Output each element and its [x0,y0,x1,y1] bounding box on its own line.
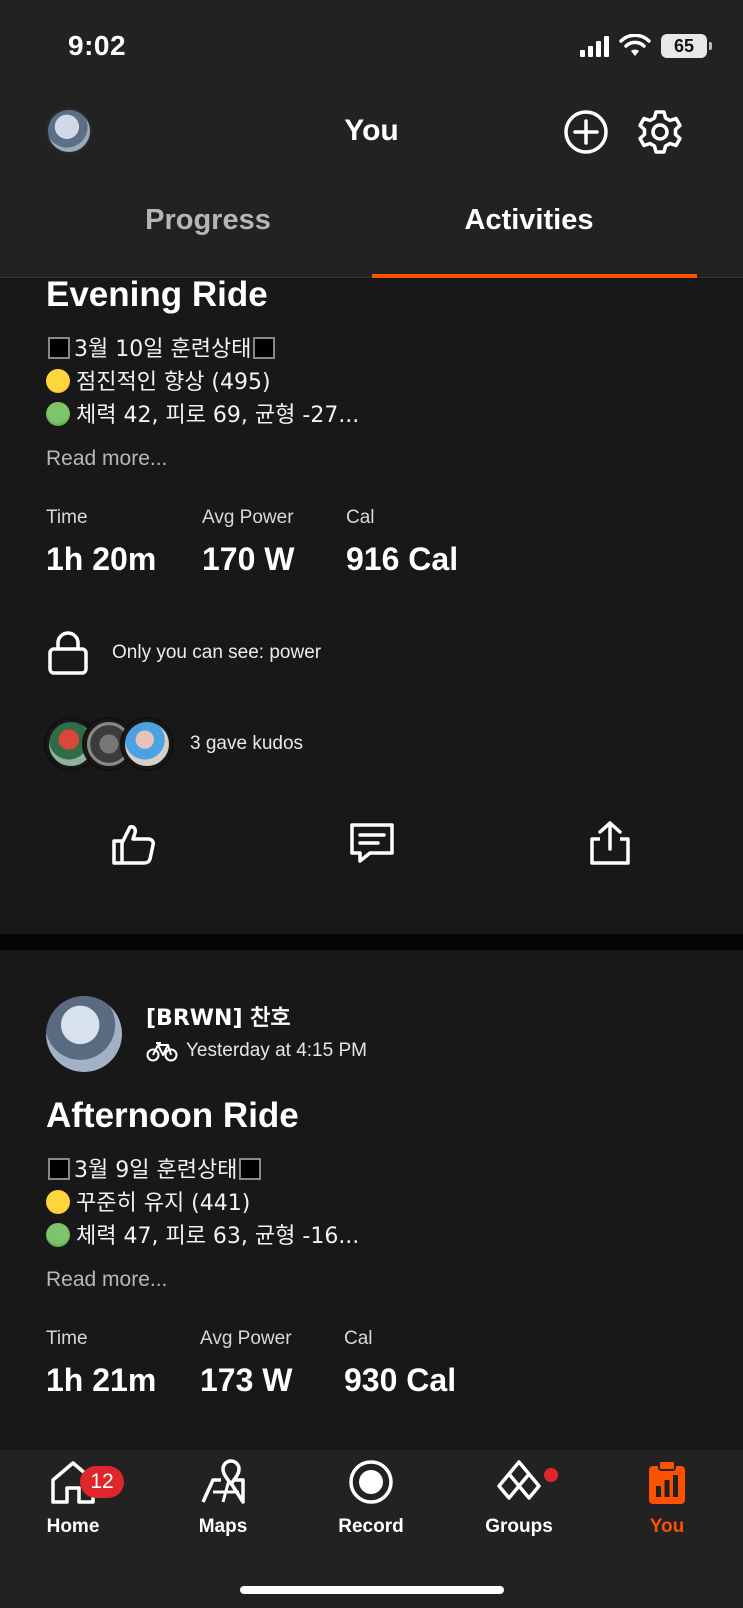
activity-card[interactable]: [BRWN] 찬호 Yesterday at 4:15 PM Afternoon… [0,950,743,1450]
tree-icon [46,402,70,426]
athlete-name[interactable]: [BRWN] 찬호 [146,1000,291,1032]
black-square-icon [48,1158,70,1180]
kudos-button[interactable] [110,819,158,867]
black-square-icon [48,337,70,359]
stat-time: Time 1h 21m [46,1328,157,1398]
notification-badge: 12 [80,1466,124,1498]
share-button[interactable] [586,819,634,867]
gear-icon [638,110,682,154]
card-separator [0,934,743,950]
privacy-notice: Only you can see: power [46,629,321,677]
plus-circle-icon [564,110,608,154]
nav-groups[interactable]: Groups [464,1458,574,1538]
wifi-icon [619,34,651,56]
activity-description: 3월 9일 훈련상태 꾸준히 유지 (441) 체력 47, 피로 63, 균형… [46,1154,359,1253]
activity-title[interactable]: Evening Ride [46,275,268,315]
notification-dot [544,1468,558,1482]
stat-time: Time 1h 20m [46,507,157,577]
battery-icon: 65 [661,34,712,58]
page-title: You [344,114,399,147]
tab-activities[interactable]: Activities [362,204,696,237]
black-square-icon [253,337,276,359]
kudos-row[interactable]: 3 gave kudos [46,719,303,769]
record-icon [349,1460,393,1504]
tree-icon [46,1223,70,1247]
status-icons: 65 [580,34,712,58]
stat-avg-power: Avg Power 173 W [200,1328,293,1398]
tab-progress[interactable]: Progress [22,204,394,237]
share-icon [590,821,630,865]
stat-avg-power: Avg Power 170 W [202,507,295,577]
nav-you[interactable]: You [612,1458,722,1538]
stat-calories: Cal 930 Cal [344,1328,457,1398]
activity-description: 3월 10일 훈련상태 점진적인 향상 (495) 체력 42, 피로 69, … [46,333,359,432]
settings-button[interactable] [636,108,684,156]
activity-title[interactable]: Afternoon Ride [46,1096,299,1136]
you-icon [649,1460,685,1504]
nav-home[interactable]: Home 12 [18,1458,128,1538]
kudos-avatar [122,719,172,769]
top-header: You [0,90,743,190]
signal-icon [580,35,609,57]
thumbs-up-icon [112,825,155,865]
grinning-face-icon [46,369,70,393]
comment-icon [350,823,394,863]
activity-actions [0,819,743,879]
comment-button[interactable] [348,819,396,867]
add-button[interactable] [562,108,610,156]
read-more-link[interactable]: Read more... [46,447,167,471]
read-more-link[interactable]: Read more... [46,1268,167,1292]
activity-card[interactable]: Evening Ride 3월 10일 훈련상태 점진적인 향상 (495) 체… [0,275,743,934]
groups-icon [497,1460,541,1500]
active-tab-indicator [372,274,697,278]
smiling-face-icon [46,1190,70,1214]
maps-icon [201,1459,245,1504]
nav-record[interactable]: Record [316,1458,426,1538]
stat-calories: Cal 916 Cal [346,507,459,577]
bike-icon [146,1042,178,1062]
status-time: 9:02 [68,30,127,61]
nav-maps[interactable]: Maps [168,1458,278,1538]
bottom-nav: Home 12 Maps Record Groups You [0,1450,743,1608]
status-bar: 9:02 65 [0,0,743,90]
activity-timestamp: Yesterday at 4:15 PM [146,1040,367,1062]
black-square-icon [239,1158,262,1180]
tab-bar: Progress Activities [0,190,743,278]
lock-icon [48,631,88,675]
home-indicator [240,1586,504,1594]
athlete-avatar[interactable] [46,996,122,1072]
